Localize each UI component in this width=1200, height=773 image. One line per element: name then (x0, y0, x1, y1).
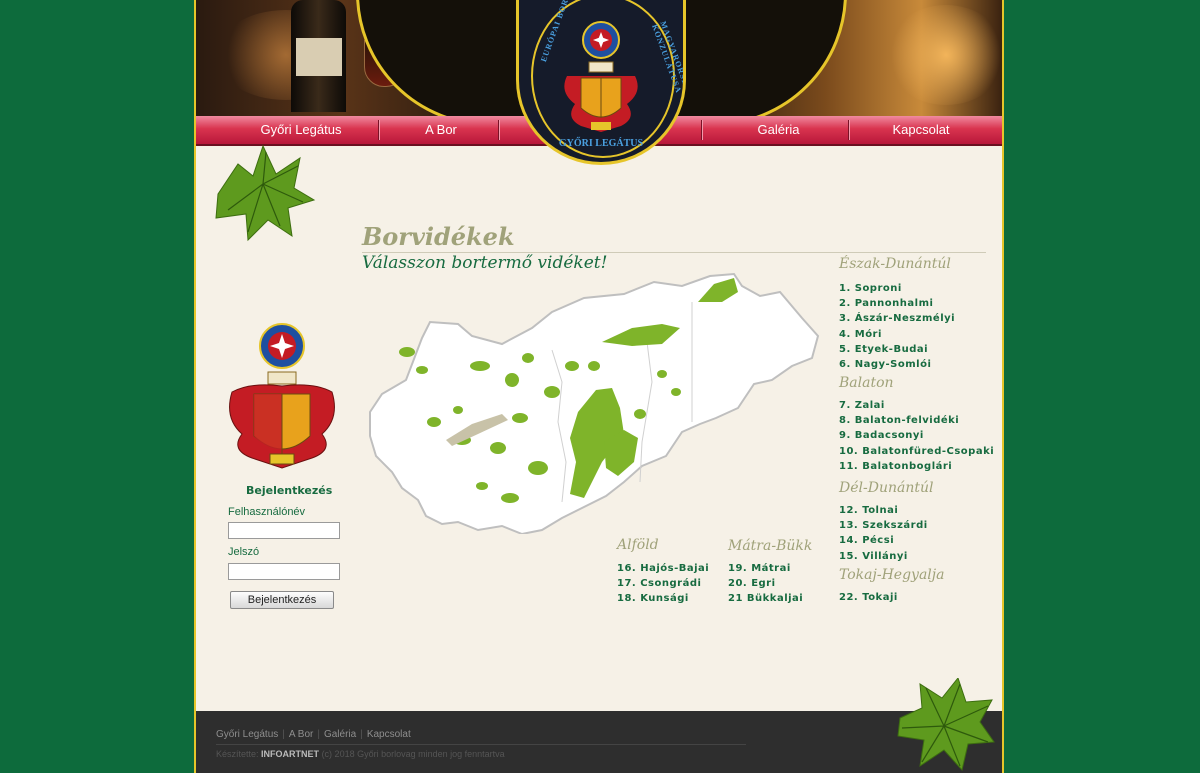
region-link[interactable]: 10. Balatonfüred-Csopaki (839, 444, 994, 459)
nav-separator (848, 120, 850, 140)
coat-of-arms-icon (229, 323, 335, 469)
region-link[interactable]: 12. Tolnai (839, 503, 928, 518)
region-title-eszak-dunantul: Észak-Dunántúl (839, 256, 951, 272)
username-label: Felhasználónév (228, 506, 306, 518)
region-link[interactable]: 19. Mátrai (728, 561, 803, 576)
grape-leaf-icon (897, 678, 995, 772)
region-link[interactable]: 22. Tokaji (839, 590, 898, 605)
hungary-wine-map[interactable] (362, 262, 822, 534)
footer-link-galeria[interactable]: Galéria (324, 729, 356, 740)
region-title-del-dunantul: Dél-Dunántúl (839, 480, 934, 496)
login-button[interactable]: Bejelentkezés (230, 591, 334, 609)
region-link[interactable]: 20. Egri (728, 576, 803, 591)
region-link[interactable]: 9. Badacsonyi (839, 428, 994, 443)
nav-separator (701, 120, 703, 140)
footer: Győri Legátus | A Bor | Galéria | Kapcsolat Ké… (196, 711, 1002, 773)
header-glow-right (886, 5, 1002, 105)
region-link[interactable]: 7. Zalai (839, 398, 994, 413)
login-title: Bejelentkezés (246, 484, 333, 497)
region-list-matra-bukk: 19. Mátrai 20. Egri 21 Bükkaljai (728, 561, 803, 607)
region-list-tokaj: 22. Tokaji (839, 590, 898, 605)
region-link[interactable]: 8. Balaton-felvidéki (839, 413, 994, 428)
nav-item-galeria[interactable]: Galéria (706, 116, 851, 144)
footer-credit: Készítette: INFOARTNET (c) 2018 Győri bo… (216, 749, 505, 759)
region-list-eszak-dunantul: 1. Soproni 2. Pannonhalmi 3. Ászár-Neszm… (839, 281, 955, 372)
region-title-matra-bukk: Mátra-Bükk (728, 538, 813, 554)
region-link[interactable]: 4. Móri (839, 327, 955, 342)
password-input[interactable] (228, 563, 340, 580)
nav-separator (378, 120, 380, 140)
page-title: Borvidékek (362, 222, 515, 251)
region-link[interactable]: 6. Nagy-Somlói (839, 357, 955, 372)
footer-nav: Győri Legátus | A Bor | Galéria | Kapcsolat (216, 729, 411, 740)
seal-text-bottom: GYŐRI LEGÁTUS (558, 138, 644, 149)
footer-link-a-bor[interactable]: A Bor (289, 729, 313, 740)
region-link[interactable]: 3. Ászár-Neszmélyi (839, 311, 955, 326)
footer-link-kapcsolat[interactable]: Kapcsolat (367, 729, 411, 740)
region-title-alfold: Alföld (617, 537, 659, 553)
region-link[interactable]: 21 Bükkaljai (728, 591, 803, 606)
region-title-balaton: Balaton (839, 375, 894, 391)
infoartnet-logo[interactable]: INFOARTNET (261, 749, 319, 759)
region-list-del-dunantul: 12. Tolnai 13. Szekszárdi 14. Pécsi 15. … (839, 503, 928, 564)
password-label: Jelszó (228, 546, 260, 558)
region-list-balaton: 7. Zalai 8. Balaton-felvidéki 9. Badacso… (839, 398, 994, 474)
region-link[interactable]: 14. Pécsi (839, 533, 928, 548)
region-link[interactable]: 15. Villányi (839, 549, 928, 564)
nav-separator (498, 120, 500, 140)
region-link[interactable]: 13. Szekszárdi (839, 518, 928, 533)
nav-item-gyori-legatus[interactable]: Győri Legátus (226, 116, 376, 144)
username-input[interactable] (228, 522, 340, 539)
region-link[interactable]: 5. Etyek-Budai (839, 342, 955, 357)
region-list-alfold: 16. Hajós-Bajai 17. Csongrádi 18. Kunság… (617, 561, 709, 607)
footer-link-gyori-legatus[interactable]: Győri Legátus (216, 729, 278, 740)
nav-item-kapcsolat[interactable]: Kapcsolat (851, 116, 991, 144)
region-link[interactable]: 18. Kunsági (617, 591, 709, 606)
region-link[interactable]: 2. Pannonhalmi (839, 296, 955, 311)
footer-divider (216, 744, 746, 745)
region-title-tokaj: Tokaj-Hegyalja (839, 567, 945, 583)
copyright-text: (c) 2018 Győri borlovag minden jog fennt… (321, 749, 505, 759)
credit-label: Készítette: (216, 749, 259, 759)
region-link[interactable]: 16. Hajós-Bajai (617, 561, 709, 576)
nav-item-a-bor[interactable]: A Bor (381, 116, 501, 144)
bottle-label (296, 38, 342, 76)
header-seal-logo[interactable]: EURÓPAI BORLOVAGREND MAGYARORSZÁGI KONZU… (516, 0, 686, 165)
region-link[interactable]: 17. Csongrádi (617, 576, 709, 591)
region-link[interactable]: 1. Soproni (839, 281, 955, 296)
grape-leaf-icon (215, 144, 316, 242)
page-container: Győri Legátus A Bor Galéria Kapcsolat EU… (194, 0, 1004, 773)
region-link[interactable]: 11. Balatonboglári (839, 459, 994, 474)
